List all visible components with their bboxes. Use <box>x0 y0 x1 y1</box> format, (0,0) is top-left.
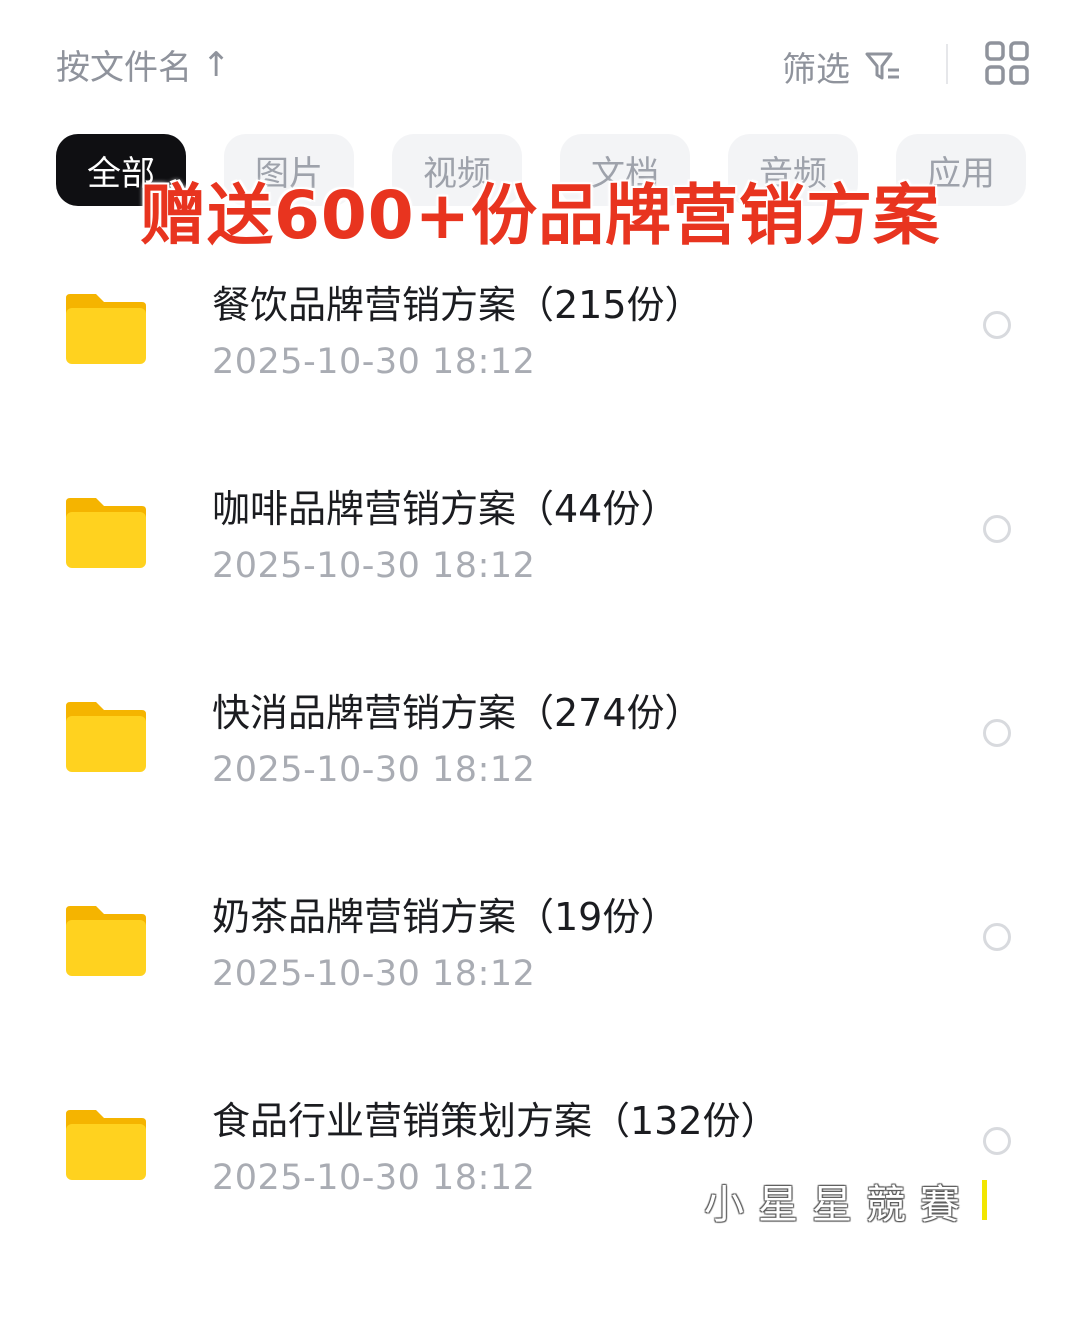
file-date: 2025-10-30 18:12 <box>212 546 536 586</box>
select-radio[interactable] <box>983 1127 1011 1155</box>
sort-arrow-icon: ↑ <box>202 44 231 85</box>
filter-button[interactable]: 筛选 <box>782 42 902 91</box>
grid-view-icon[interactable] <box>984 40 1030 86</box>
filter-label: 筛选 <box>782 50 850 90</box>
watermark-bar <box>982 1180 987 1220</box>
file-date: 2025-10-30 18:12 <box>212 1158 536 1198</box>
promo-banner-text: 赠送600+份品牌营销方案 <box>139 177 941 254</box>
file-name: 快消品牌营销方案（274份） <box>212 691 703 735</box>
file-name: 餐饮品牌营销方案（215份） <box>212 283 703 327</box>
select-radio[interactable] <box>983 515 1011 543</box>
folder-icon <box>66 498 146 568</box>
list-item[interactable]: 奶茶品牌营销方案（19份） 2025-10-30 18:12 <box>0 862 1080 1066</box>
sort-label: 按文件名 <box>56 48 192 88</box>
list-item[interactable]: 食品行业营销策划方案（132份） 2025-10-30 18:12 <box>0 1066 1080 1270</box>
toolbar-divider <box>946 44 948 84</box>
select-radio[interactable] <box>983 311 1011 339</box>
file-list: 餐饮品牌营销方案（215份） 2025-10-30 18:12 咖啡品牌营销方案… <box>0 250 1080 1270</box>
watermark-text: 小星星競賽 <box>704 1182 974 1228</box>
file-name: 奶茶品牌营销方案（19份） <box>212 895 679 939</box>
top-toolbar: 按文件名 ↑ 筛选 <box>0 0 1080 120</box>
list-item[interactable]: 咖啡品牌营销方案（44份） 2025-10-30 18:12 <box>0 454 1080 658</box>
list-item[interactable]: 快消品牌营销方案（274份） 2025-10-30 18:12 <box>0 658 1080 862</box>
select-radio[interactable] <box>983 923 1011 951</box>
folder-icon <box>66 702 146 772</box>
sort-by-name-button[interactable]: 按文件名 ↑ <box>56 40 231 89</box>
folder-icon <box>66 294 146 364</box>
file-name: 咖啡品牌营销方案（44份） <box>212 487 679 531</box>
file-date: 2025-10-30 18:12 <box>212 954 536 994</box>
file-name: 食品行业营销策划方案（132份） <box>212 1099 779 1143</box>
filter-icon <box>865 52 899 79</box>
list-item[interactable]: 餐饮品牌营销方案（215份） 2025-10-30 18:12 <box>0 250 1080 454</box>
select-radio[interactable] <box>983 719 1011 747</box>
file-date: 2025-10-30 18:12 <box>212 342 536 382</box>
folder-icon <box>66 906 146 976</box>
folder-icon <box>66 1110 146 1180</box>
file-date: 2025-10-30 18:12 <box>212 750 536 790</box>
